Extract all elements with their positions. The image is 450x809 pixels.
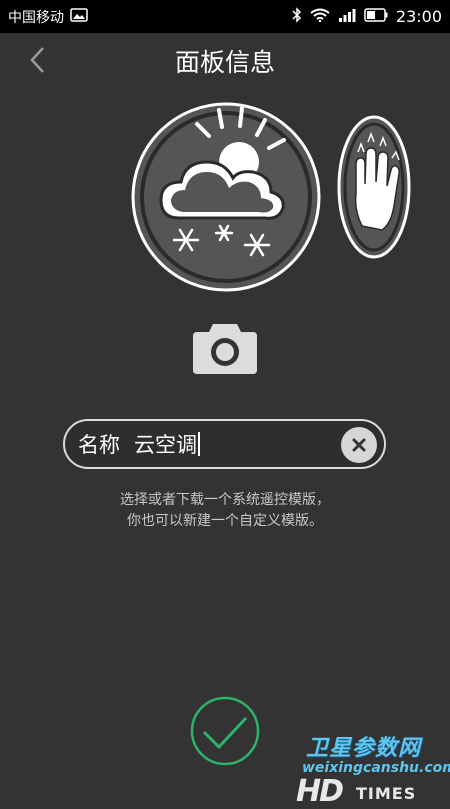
signal-icon bbox=[338, 8, 356, 26]
status-left: 中国移动 bbox=[8, 7, 88, 27]
carrier-label: 中国移动 bbox=[8, 9, 64, 26]
hint-line-2: 你也可以新建一个自定义模版。 bbox=[127, 513, 323, 529]
battery-icon bbox=[364, 7, 388, 26]
clear-button[interactable] bbox=[341, 427, 377, 463]
page-title: 面板信息 bbox=[174, 48, 275, 77]
camera-button[interactable] bbox=[191, 318, 259, 376]
cloud-sun-snow-icon bbox=[131, 102, 321, 292]
clear-icon bbox=[352, 438, 366, 452]
gesture-panel-button[interactable] bbox=[336, 114, 412, 260]
name-input[interactable]: 云空调 bbox=[134, 429, 197, 459]
panel-icon-button[interactable] bbox=[129, 100, 323, 294]
checkmark-icon bbox=[190, 696, 260, 766]
status-right: 23:00 bbox=[292, 6, 442, 27]
watermark-cn: 卫星参数网 bbox=[306, 736, 422, 761]
hint-line-1: 选择或者下载一个系统遥控模版， bbox=[120, 492, 330, 508]
hint-text: 选择或者下载一个系统遥控模版， 你也可以新建一个自定义模版。 bbox=[0, 490, 450, 532]
watermark-times: TIMES bbox=[356, 784, 417, 803]
name-label: 名称 bbox=[78, 433, 120, 457]
status-bar: 中国移动 23:00 bbox=[0, 0, 450, 33]
confirm-button[interactable] bbox=[190, 696, 260, 766]
text-caret bbox=[198, 432, 200, 456]
watermark: 卫星参数网 weixingcanshu.com HD TIMES bbox=[296, 730, 450, 809]
header: 面板信息 bbox=[0, 33, 450, 87]
name-field[interactable]: 名称 云空调 bbox=[63, 419, 386, 469]
bluetooth-icon bbox=[292, 6, 302, 27]
clock: 23:00 bbox=[395, 7, 442, 26]
hand-gesture-icon bbox=[337, 115, 411, 259]
image-icon bbox=[70, 7, 88, 26]
watermark-hd: HD bbox=[296, 774, 344, 809]
wifi-icon bbox=[310, 8, 330, 26]
camera-icon bbox=[193, 324, 257, 374]
